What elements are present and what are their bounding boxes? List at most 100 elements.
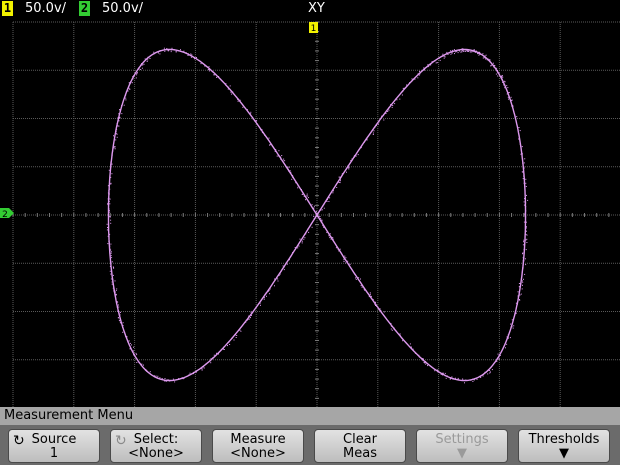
trace-sample xyxy=(512,106,514,108)
trace-sample xyxy=(317,214,318,216)
trace-sample xyxy=(250,317,251,319)
trace-sample xyxy=(346,171,347,173)
trace-sample xyxy=(523,182,525,184)
trace-sample xyxy=(263,298,265,300)
trace-sample xyxy=(446,375,448,377)
trace-sample xyxy=(159,50,161,52)
thresholds-softkey[interactable]: Thresholds ▼ xyxy=(518,429,610,463)
trace-sample xyxy=(230,91,232,93)
trace-sample xyxy=(107,235,109,237)
trace-sample xyxy=(167,379,169,381)
trace-sample xyxy=(380,310,382,312)
trace-sample xyxy=(477,53,478,55)
trace-sample xyxy=(164,380,165,382)
trace-sample xyxy=(237,100,239,102)
channel-2-badge[interactable]: 2 xyxy=(79,1,90,16)
trace-sample xyxy=(147,59,149,61)
trace-sample xyxy=(267,291,269,292)
trace-sample xyxy=(489,372,491,374)
trace-sample xyxy=(208,66,210,68)
trace-sample xyxy=(464,382,465,384)
trace-sample xyxy=(302,193,304,195)
trace-sample xyxy=(329,233,331,235)
trace-sample xyxy=(508,98,509,100)
trace-sample xyxy=(355,155,357,157)
trace-sample xyxy=(339,178,341,180)
trace-sample xyxy=(287,166,289,168)
trace-sample xyxy=(418,354,420,356)
trace-sample xyxy=(501,76,503,78)
trace-sample xyxy=(135,357,137,359)
trace-sample xyxy=(521,171,523,173)
trace-sample xyxy=(119,109,121,110)
softkey-label: Thresholds xyxy=(528,432,600,447)
trace-sample xyxy=(355,277,356,279)
trace-sample xyxy=(111,154,113,156)
trace-sample xyxy=(520,145,522,147)
trace-sample xyxy=(521,288,523,290)
trace-sample xyxy=(108,190,110,192)
trace-sample xyxy=(427,365,428,367)
rotate-knob-icon: ↻ xyxy=(115,433,127,449)
trace-sample xyxy=(143,364,144,366)
trace-sample xyxy=(509,337,511,339)
trace-sample xyxy=(417,77,419,79)
select-softkey[interactable]: ↻ Select: <None> xyxy=(110,429,202,463)
trace-sample xyxy=(298,243,299,245)
trace-sample xyxy=(363,288,365,290)
trace-sample xyxy=(524,258,526,260)
trace-sample xyxy=(218,351,220,353)
channel-1-badge[interactable]: 1 xyxy=(2,1,13,16)
trace-sample xyxy=(350,160,352,162)
rotate-knob-icon: ↻ xyxy=(13,433,25,449)
trace-sample xyxy=(369,295,371,297)
trace-sample xyxy=(128,87,130,89)
trace-sample xyxy=(135,352,137,354)
trace-sample xyxy=(351,160,353,162)
trace-sample xyxy=(109,270,111,272)
trace-sample xyxy=(269,288,271,290)
trace-sample xyxy=(153,51,155,53)
trace-sample xyxy=(297,247,299,249)
measure-softkey[interactable]: Measure <None> xyxy=(212,429,304,463)
trace-sample xyxy=(283,269,285,271)
trace-sample xyxy=(225,84,227,86)
trace-sample xyxy=(135,77,137,79)
trace-sample xyxy=(311,226,313,228)
trace-sample xyxy=(115,289,117,291)
trace-sample xyxy=(523,162,525,164)
trace-sample xyxy=(181,377,183,379)
trace-sample xyxy=(448,52,450,54)
trace-sample xyxy=(108,197,110,199)
trace-sample xyxy=(111,261,113,263)
trace-sample xyxy=(208,69,210,71)
trace-sample xyxy=(118,319,120,321)
trace-sample xyxy=(366,139,368,141)
trace-sample xyxy=(306,193,308,195)
trace-sample xyxy=(395,330,397,332)
trace-sample xyxy=(132,352,134,353)
trace-sample xyxy=(511,99,513,101)
trace-sample xyxy=(354,155,356,157)
trace-sample xyxy=(458,49,460,51)
trace-sample xyxy=(483,57,485,59)
trace-sample xyxy=(469,51,471,53)
trace-sample xyxy=(401,94,403,96)
source-softkey[interactable]: ↻ Source 1 xyxy=(8,429,100,463)
trace-sample xyxy=(201,368,203,370)
trace-sample xyxy=(450,378,451,380)
trigger-marker[interactable]: 1 xyxy=(309,22,318,34)
trace-sample xyxy=(188,374,190,376)
trace-sample xyxy=(275,149,277,151)
settings-softkey[interactable]: Settings ▼ xyxy=(416,429,508,463)
channel-2-ground-marker[interactable]: 2 xyxy=(0,208,14,220)
trace-sample xyxy=(468,49,470,51)
clear-meas-softkey[interactable]: Clear Meas xyxy=(314,429,406,463)
trace-sample xyxy=(421,69,423,71)
trace-sample xyxy=(375,305,376,306)
trace-sample xyxy=(489,61,491,63)
trace-sample xyxy=(173,49,175,50)
trace-sample xyxy=(360,147,362,149)
trace-sample xyxy=(522,158,524,160)
trace-sample xyxy=(109,248,111,250)
